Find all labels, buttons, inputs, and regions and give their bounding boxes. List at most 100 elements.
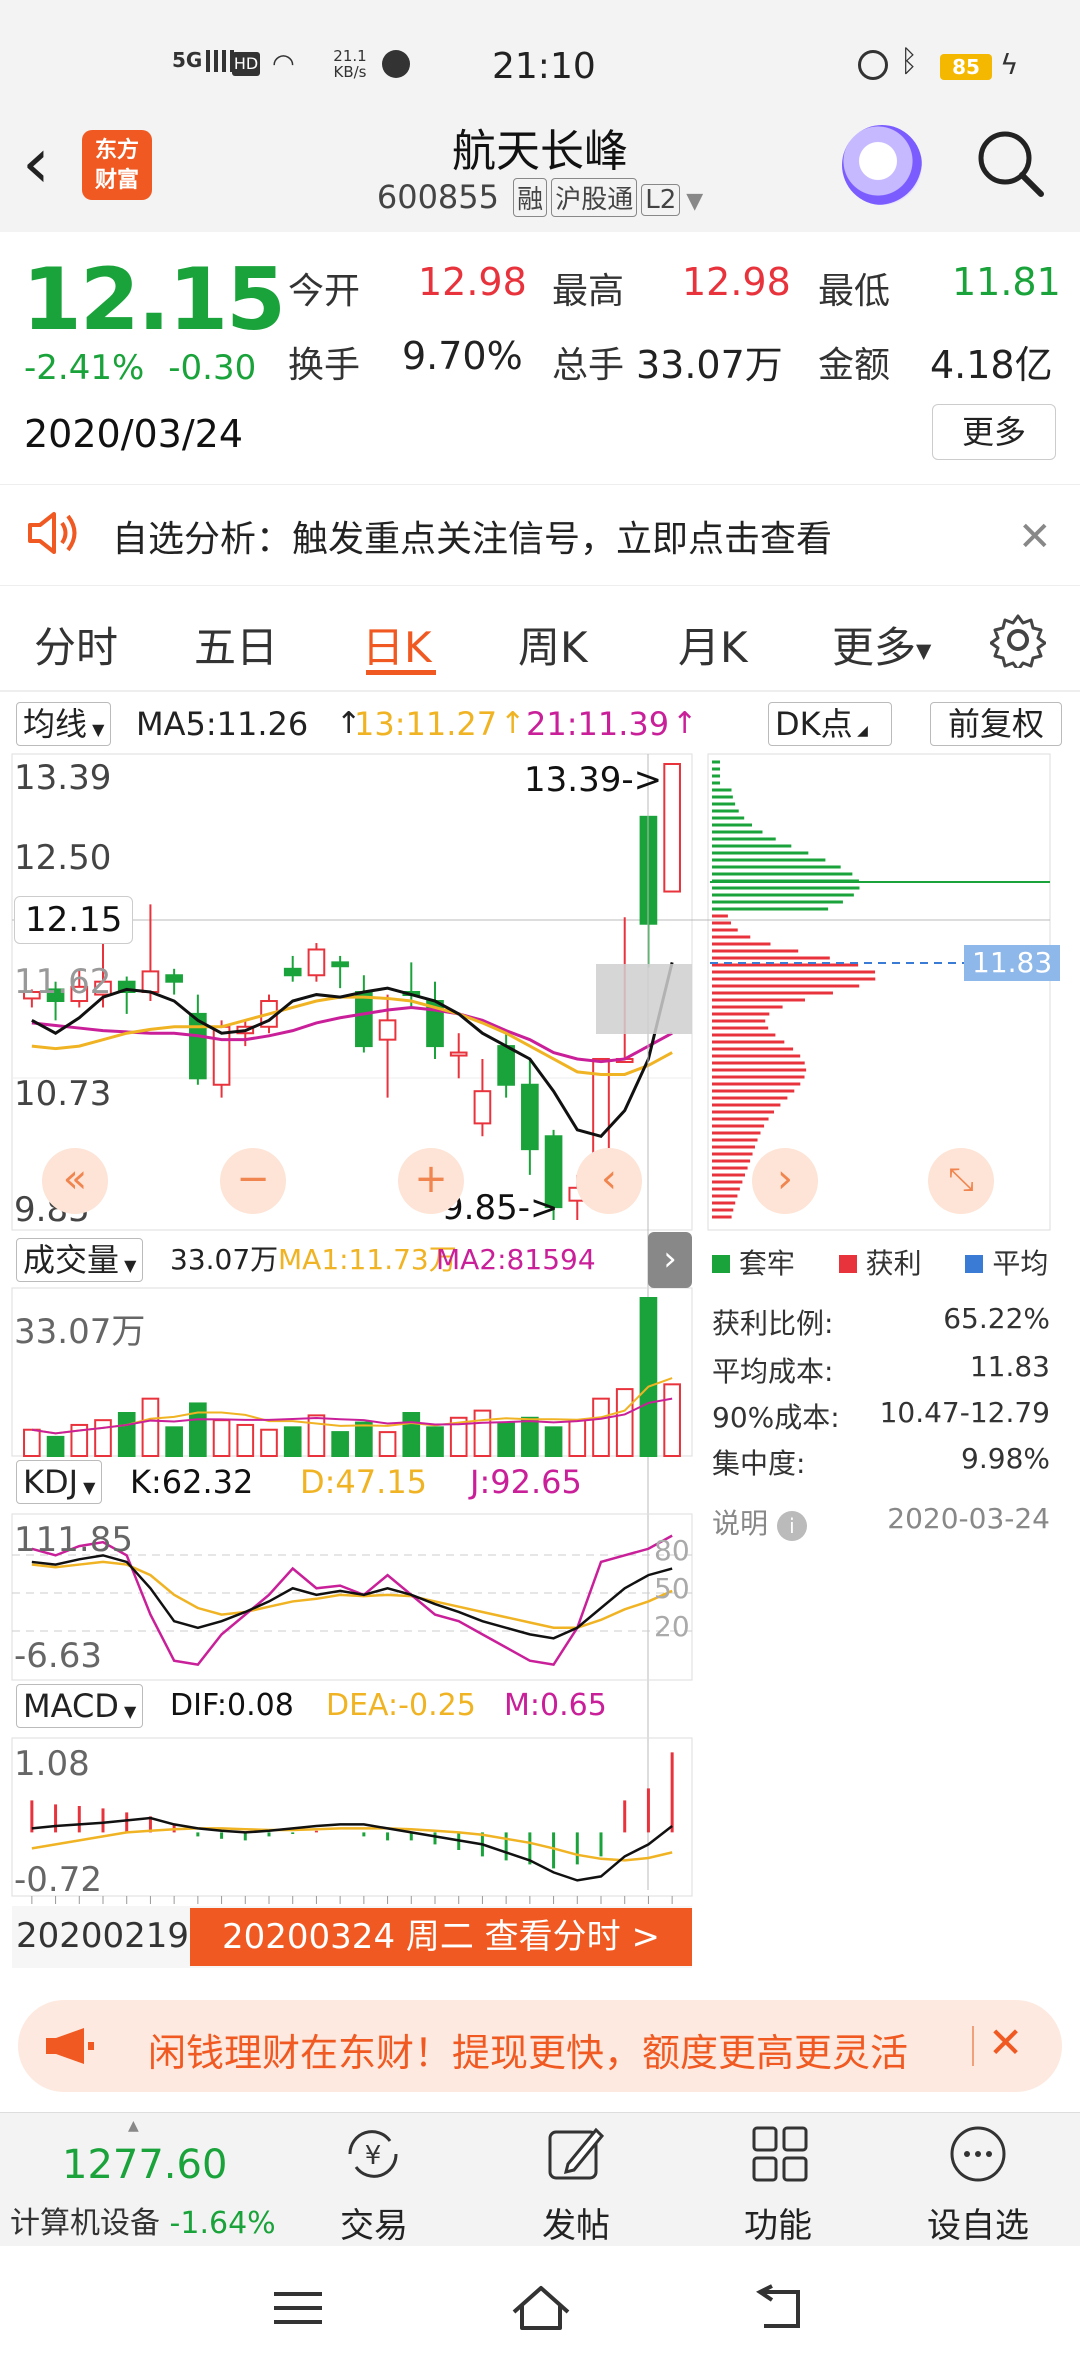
prev-icon[interactable]: ‹ xyxy=(576,1148,642,1214)
volume-bar xyxy=(521,1416,539,1458)
legend-avg-icon xyxy=(965,1255,984,1273)
dropdown-icon[interactable]: ▼ xyxy=(686,189,703,214)
stat-cost-90: 10.47-12.79 xyxy=(879,1396,1050,1429)
ma13-arrow: ↑ xyxy=(500,706,526,741)
candle-body xyxy=(521,1083,539,1151)
kdj-k-legend: K:62.32 xyxy=(130,1463,254,1501)
home-icon[interactable] xyxy=(510,2284,572,2336)
ma21-legend: 21:11.39 xyxy=(526,705,670,743)
macd-select[interactable]: MACD ▼ xyxy=(16,1684,144,1728)
tab-weekly-k[interactable]: 周K xyxy=(518,614,588,675)
volume-bar xyxy=(544,1426,563,1458)
low-value: 11.81 xyxy=(952,260,1061,304)
tab-minute[interactable]: 分时 xyxy=(34,614,118,675)
volume-bar xyxy=(236,1423,255,1457)
stock-code: 600855 xyxy=(376,178,499,216)
tab-five-day[interactable]: 五日 xyxy=(194,614,278,675)
speaker-icon xyxy=(26,508,80,562)
scroll-left-icon[interactable]: « xyxy=(42,1148,108,1214)
stat-avg-cost-label: 平均成本: xyxy=(712,1355,834,1388)
change-value: -0.30 xyxy=(168,348,257,388)
tab-more-caret-icon: ▼ xyxy=(916,638,932,663)
expand-panel-icon[interactable]: › xyxy=(648,1232,692,1288)
view-minute-button[interactable]: 20200324 周二 查看分时 > xyxy=(190,1908,692,1966)
nav-functions[interactable]: 功能 xyxy=(708,2198,848,2247)
tab-daily-k[interactable]: 日K xyxy=(362,614,432,675)
macd-m-legend: M:0.65 xyxy=(504,1688,607,1723)
current-price-tag: 12.15 xyxy=(14,896,134,944)
volume-select-label: 成交量 xyxy=(23,1241,120,1279)
trade-icon[interactable]: ¥ xyxy=(340,2124,406,2188)
nav-post[interactable]: 发帖 xyxy=(506,2198,646,2247)
cost-zone-box xyxy=(596,964,692,1034)
add-watchlist-icon[interactable] xyxy=(948,2124,1008,2188)
change-row: -2.41% -0.30 xyxy=(24,348,256,388)
stat-concentration: 9.98% xyxy=(961,1442,1050,1475)
robot-assistant-icon[interactable] xyxy=(842,125,922,205)
stat-profit-ratio-label: 获利比例: xyxy=(712,1307,834,1340)
hd-icon: HD xyxy=(232,52,260,76)
back-nav-icon[interactable] xyxy=(752,2284,808,2336)
index-name[interactable]: 计算机设备 -1.64% xyxy=(10,2198,276,2242)
macd-select-label: MACD xyxy=(23,1687,119,1725)
stat-cost-90-label: 90%成本: xyxy=(712,1401,840,1434)
date-ticks xyxy=(31,1896,673,1904)
volume-bar xyxy=(117,1412,136,1458)
y-label-max: 13.39 xyxy=(14,758,112,798)
open-label: 今开 xyxy=(288,271,361,312)
indicator-select-caret-icon: ▼ xyxy=(87,720,105,739)
turnover-value: 9.70% xyxy=(402,334,523,378)
index-value[interactable]: 1277.60 xyxy=(62,2142,227,2188)
kdj-select[interactable]: KDJ ▼ xyxy=(16,1460,103,1504)
price-adjust-button[interactable]: 前复权 xyxy=(930,702,1062,746)
change-pct: -2.41% xyxy=(24,348,145,388)
post-icon[interactable] xyxy=(546,2124,606,2188)
zoom-out-icon[interactable]: − xyxy=(220,1148,286,1214)
index-name-label: 计算机设备 xyxy=(10,2206,160,2241)
promo-text: 闲钱理财在东财！提现更快，额度更高更灵活 xyxy=(148,2031,909,2075)
volume-bar xyxy=(663,1383,681,1458)
chip-note-label: 说明 xyxy=(712,1507,769,1540)
more-button[interactable]: 更多 xyxy=(932,404,1056,460)
volume-bar xyxy=(283,1426,302,1458)
candle-body xyxy=(663,763,681,893)
volume-label: 总手 xyxy=(552,345,625,386)
volume-bar xyxy=(189,1402,207,1458)
indicator-select[interactable]: 均线 ▼ xyxy=(16,702,112,746)
next-icon[interactable]: › xyxy=(752,1148,818,1214)
index-up-caret-icon: ▲ xyxy=(128,2118,139,2134)
current-price: 12.15 xyxy=(22,250,286,350)
dk-select[interactable]: DK点 ◢ xyxy=(768,702,892,746)
nav-add-watchlist[interactable]: 设自选 xyxy=(908,2198,1048,2247)
candle-body xyxy=(212,1025,231,1086)
tag-margin: 融 xyxy=(513,178,548,217)
search-icon[interactable] xyxy=(975,128,1045,198)
zoom-in-icon[interactable]: + xyxy=(398,1148,464,1214)
legend-avg: 平均 xyxy=(992,1247,1049,1280)
candle-body xyxy=(355,991,373,1048)
volume-bar xyxy=(141,1397,160,1457)
functions-icon[interactable] xyxy=(750,2124,810,2188)
menu-icon[interactable] xyxy=(272,2288,324,2332)
nav-trade[interactable]: 交易 xyxy=(304,2198,444,2247)
volume-value: 33.07万 xyxy=(636,343,783,387)
tab-monthly-k[interactable]: 月K xyxy=(678,614,748,675)
volume-bar xyxy=(426,1426,444,1458)
bluetooth-icon: ᛒ xyxy=(900,44,918,79)
chip-note[interactable]: 说明 i xyxy=(712,1502,807,1542)
svg-text:¥: ¥ xyxy=(365,2141,382,2171)
candle-body xyxy=(449,1051,468,1057)
macd-dea-legend: DEA:-0.25 xyxy=(326,1688,476,1723)
close-notice-icon[interactable]: ✕ xyxy=(1018,514,1052,560)
start-date: 20200219 xyxy=(16,1916,190,1956)
volume-select[interactable]: 成交量 ▼ xyxy=(16,1238,144,1282)
tab-more[interactable]: 更多▼ xyxy=(832,614,931,675)
high-label: 最高 xyxy=(552,271,625,312)
fullscreen-icon[interactable]: ⤡ xyxy=(928,1148,994,1214)
macd-panel-frame xyxy=(11,1737,693,1897)
close-promo-icon[interactable]: ✕ xyxy=(988,2018,1023,2067)
ma-lines xyxy=(31,962,674,1138)
alarm-icon xyxy=(858,50,888,80)
tabs-divider xyxy=(0,690,1080,692)
settings-gear-icon[interactable] xyxy=(989,612,1047,672)
